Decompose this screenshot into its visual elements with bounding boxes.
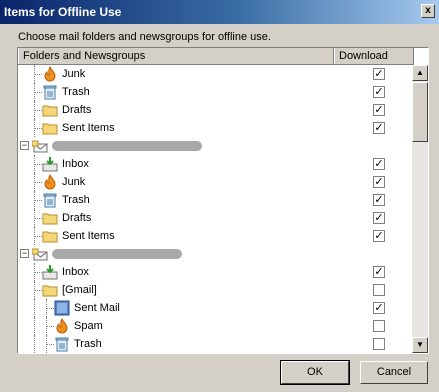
tree-tick bbox=[34, 128, 42, 129]
folder-icon bbox=[42, 102, 58, 118]
tree-tick bbox=[34, 74, 42, 75]
account-row[interactable]: − bbox=[18, 245, 414, 263]
folder-label: Spam bbox=[74, 320, 103, 332]
junk-icon bbox=[42, 65, 58, 82]
tree-line bbox=[34, 299, 35, 317]
ok-button[interactable]: OK bbox=[280, 360, 350, 385]
scroll-thumb[interactable] bbox=[412, 82, 428, 142]
instructions-text: Choose mail folders and newsgroups for o… bbox=[18, 31, 271, 43]
tree-tick bbox=[34, 92, 42, 93]
table-row[interactable]: Sent Mail ✓ bbox=[18, 299, 414, 317]
folder-label: Drafts bbox=[62, 104, 92, 116]
inbox-icon bbox=[42, 264, 58, 280]
tree-line bbox=[34, 335, 35, 353]
download-checkbox[interactable]: ✓ bbox=[373, 176, 385, 188]
title-bar: Items for Offline Use x bbox=[0, 0, 439, 24]
download-checkbox[interactable] bbox=[373, 320, 385, 332]
folder-label: Trash bbox=[74, 338, 102, 350]
folder-label: Sent Mail bbox=[74, 302, 120, 314]
tree-tick bbox=[34, 110, 42, 111]
trash-icon bbox=[54, 336, 70, 352]
table-row[interactable]: Inbox ✓ bbox=[18, 155, 414, 173]
folder-icon bbox=[42, 282, 58, 298]
folder-label: Trash bbox=[62, 86, 90, 98]
tree-tick bbox=[34, 272, 42, 273]
mail-account-icon bbox=[31, 246, 48, 262]
list-header: Folders and Newsgroups Download bbox=[18, 48, 414, 65]
column-download-header[interactable]: Download bbox=[334, 48, 414, 64]
inbox-icon bbox=[42, 156, 58, 172]
folder-label: Inbox bbox=[62, 266, 89, 278]
scroll-up-button[interactable]: ▲ bbox=[412, 65, 428, 81]
table-row[interactable]: Sent Items ✓ bbox=[18, 227, 414, 245]
redacted-account-name bbox=[52, 249, 182, 259]
download-checkbox[interactable]: ✓ bbox=[373, 122, 385, 134]
download-checkbox[interactable]: ✓ bbox=[373, 194, 385, 206]
download-checkbox[interactable]: ✓ bbox=[373, 68, 385, 80]
folder-rows: Junk ✓ Trash ✓ Drafts ✓ Sent Items ✓ − Inbox ✓ Junk… bbox=[18, 65, 414, 353]
folder-label: Drafts bbox=[62, 212, 92, 224]
tree-tick bbox=[34, 236, 42, 237]
table-row[interactable]: [Gmail] bbox=[18, 281, 414, 299]
tree-tick bbox=[34, 182, 42, 183]
sent-mail-icon bbox=[54, 300, 70, 316]
collapse-toggle[interactable]: − bbox=[20, 141, 29, 150]
tree-tick bbox=[46, 344, 54, 345]
junk-icon bbox=[42, 173, 58, 190]
download-checkbox[interactable]: ✓ bbox=[373, 86, 385, 98]
tree-line bbox=[34, 317, 35, 335]
vertical-scrollbar[interactable]: ▲ ▼ bbox=[412, 65, 428, 353]
folder-icon bbox=[42, 210, 58, 226]
folder-label: Trash bbox=[62, 194, 90, 206]
cancel-button[interactable]: Cancel bbox=[360, 361, 428, 384]
table-row[interactable]: Drafts ✓ bbox=[18, 209, 414, 227]
trash-icon bbox=[42, 84, 58, 100]
table-row[interactable]: Trash ✓ bbox=[18, 83, 414, 101]
folder-icon bbox=[42, 228, 58, 244]
download-checkbox[interactable] bbox=[373, 284, 385, 296]
folder-label: Sent Items bbox=[62, 230, 115, 242]
table-row[interactable]: Trash bbox=[18, 335, 414, 353]
table-row[interactable]: Sent Items ✓ bbox=[18, 119, 414, 137]
download-checkbox[interactable]: ✓ bbox=[373, 230, 385, 242]
folder-icon bbox=[42, 120, 58, 136]
trash-icon bbox=[42, 192, 58, 208]
download-checkbox[interactable]: ✓ bbox=[373, 212, 385, 224]
folder-list[interactable]: Folders and Newsgroups Download Junk ✓ Tra… bbox=[17, 47, 429, 354]
mail-account-icon bbox=[31, 138, 48, 154]
tree-tick bbox=[34, 218, 42, 219]
tree-tick bbox=[34, 164, 42, 165]
folder-label: [Gmail] bbox=[62, 284, 97, 296]
junk-icon bbox=[54, 317, 70, 334]
table-row[interactable]: Junk ✓ bbox=[18, 173, 414, 191]
tree-tick bbox=[46, 308, 54, 309]
table-row[interactable]: Inbox ✓ bbox=[18, 263, 414, 281]
account-row[interactable]: − bbox=[18, 137, 414, 155]
tree-tick bbox=[34, 290, 42, 291]
folder-label: Junk bbox=[62, 68, 86, 80]
tree-tick bbox=[46, 326, 54, 327]
table-row[interactable]: Junk ✓ bbox=[18, 65, 414, 83]
tree-tick bbox=[34, 200, 42, 201]
folder-label: Junk bbox=[62, 176, 86, 188]
folder-label: Sent Items bbox=[62, 122, 115, 134]
close-button[interactable]: x bbox=[421, 4, 435, 18]
folder-label: Inbox bbox=[62, 158, 89, 170]
window-title: Items for Offline Use bbox=[4, 5, 122, 19]
table-row[interactable]: Spam bbox=[18, 317, 414, 335]
download-checkbox[interactable]: ✓ bbox=[373, 266, 385, 278]
scroll-down-button[interactable]: ▼ bbox=[412, 337, 428, 353]
collapse-toggle[interactable]: − bbox=[20, 249, 29, 258]
column-folders-header[interactable]: Folders and Newsgroups bbox=[18, 48, 334, 64]
redacted-account-name bbox=[52, 141, 202, 151]
table-row[interactable]: Trash ✓ bbox=[18, 191, 414, 209]
table-row[interactable]: Drafts ✓ bbox=[18, 101, 414, 119]
download-checkbox[interactable] bbox=[373, 338, 385, 350]
download-checkbox[interactable]: ✓ bbox=[373, 158, 385, 170]
download-checkbox[interactable]: ✓ bbox=[373, 302, 385, 314]
download-checkbox[interactable]: ✓ bbox=[373, 104, 385, 116]
